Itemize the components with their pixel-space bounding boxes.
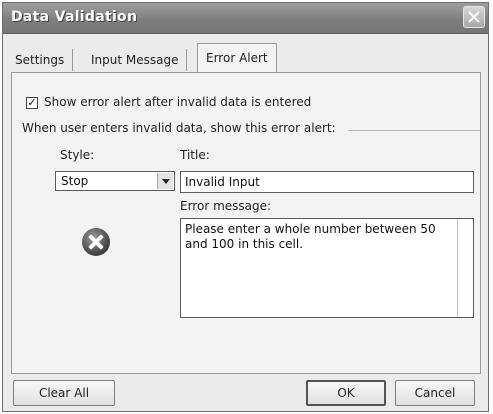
tab-settings[interactable]: Settings (15, 49, 74, 71)
data-validation-dialog: Data Validation Settings Input Message E… (2, 2, 489, 412)
ok-button[interactable]: OK (306, 380, 386, 406)
style-label: Style: (60, 148, 95, 162)
tab-strip: Settings Input Message Error Alert (11, 43, 481, 73)
title-label: Title: (180, 148, 210, 162)
show-error-alert-label[interactable]: Show error alert after invalid data is e… (44, 95, 311, 109)
error-alert-group-label: When user enters invalid data, show this… (22, 121, 336, 135)
window-title: Data Validation (11, 9, 138, 25)
title-input[interactable]: Invalid Input (180, 171, 474, 193)
error-alert-panel: ✓ Show error alert after invalid data is… (11, 72, 481, 374)
close-icon[interactable] (463, 6, 485, 28)
chevron-down-icon[interactable] (157, 173, 173, 189)
clear-all-button[interactable]: Clear All (13, 380, 115, 406)
title-value: Invalid Input (185, 175, 260, 189)
error-message-textarea[interactable]: Please enter a whole number between 50 a… (180, 218, 474, 318)
error-message-value: Please enter a whole number between 50 a… (185, 222, 436, 251)
error-message-label: Error message: (180, 199, 272, 213)
tab-error-alert[interactable]: Error Alert (197, 43, 277, 73)
show-error-alert-checkbox[interactable]: ✓ (26, 97, 38, 109)
style-dropdown[interactable]: Stop (55, 171, 175, 191)
title-bar[interactable]: Data Validation (3, 3, 488, 34)
stop-icon (82, 228, 110, 256)
group-divider (348, 130, 480, 131)
tab-input-message[interactable]: Input Message (91, 49, 188, 71)
style-value: Stop (61, 174, 89, 188)
cancel-button[interactable]: Cancel (395, 380, 475, 406)
scrollbar[interactable] (457, 219, 473, 317)
